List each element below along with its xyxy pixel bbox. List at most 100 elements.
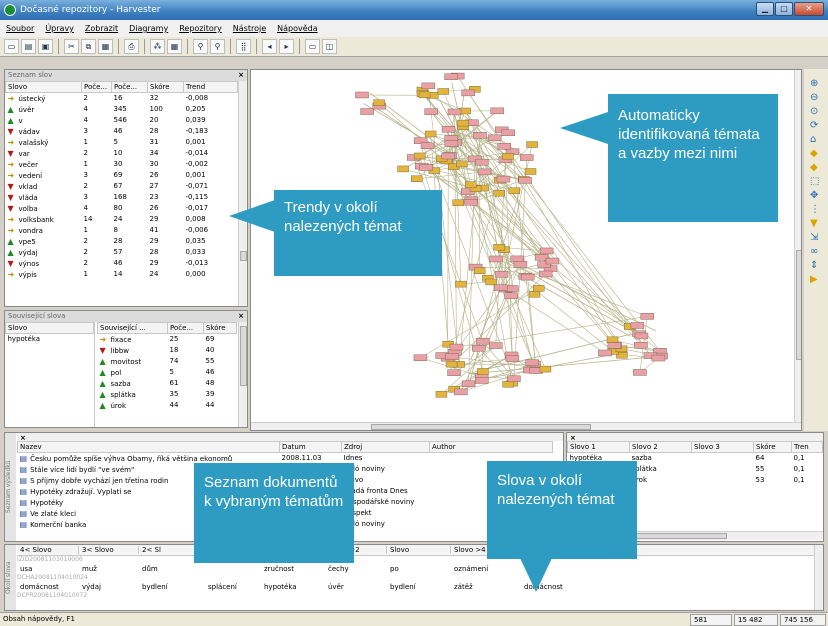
topic-node[interactable] — [421, 82, 435, 90]
related-scrollbar[interactable] — [238, 322, 247, 427]
topic-node[interactable] — [485, 278, 497, 286]
layout-tool-icon[interactable]: ⋮ — [810, 203, 820, 217]
topic-node[interactable] — [418, 91, 431, 99]
menu-soubor[interactable]: Soubor — [6, 24, 34, 33]
topic-node[interactable] — [501, 129, 515, 136]
topic-node[interactable] — [508, 187, 521, 194]
table-row[interactable]: ▼ výnos 2 46 29 -0,013 — [6, 258, 238, 269]
col-skore[interactable]: Skóre — [147, 81, 184, 93]
topic-node[interactable] — [502, 153, 514, 160]
topic-node[interactable] — [424, 130, 437, 138]
topic-node[interactable] — [507, 375, 521, 382]
table-row[interactable]: ▼ var 2 10 34 -0,014 — [6, 148, 238, 159]
col-pocet2[interactable]: Poče... — [111, 81, 148, 93]
col-slovo3[interactable]: Slovo 3 — [691, 441, 754, 453]
topic-node[interactable] — [505, 355, 520, 362]
topic-node[interactable] — [490, 107, 504, 115]
table-row[interactable]: ▼ libbw 18 40 — [98, 345, 237, 356]
context-scrollbar[interactable] — [814, 545, 823, 610]
topic-node[interactable] — [651, 354, 666, 362]
topic-node[interactable] — [496, 175, 511, 183]
col-slovo2[interactable]: Slovo 2 — [629, 441, 692, 453]
table-row[interactable]: ➜ výpis 1 14 24 0,000 — [6, 269, 238, 280]
table-row[interactable]: ▼ vádav 3 46 28 -0,183 — [6, 126, 238, 137]
topic-node[interactable] — [520, 154, 534, 161]
table-row[interactable]: ▲ movitost 74 55 — [98, 356, 237, 367]
table-row[interactable]: ➜ vondra 1 8 41 -0,006 — [6, 225, 238, 236]
topic-node[interactable] — [607, 342, 622, 349]
topic-node[interactable] — [513, 261, 528, 268]
context-word[interactable]: výdaj — [79, 583, 139, 591]
select-icon[interactable]: ⬚ — [810, 175, 820, 189]
context-word[interactable]: po — [387, 565, 451, 573]
topic-node[interactable] — [473, 132, 487, 139]
topic-node[interactable] — [524, 168, 537, 175]
topic-node[interactable] — [539, 247, 554, 255]
topic-node[interactable] — [441, 152, 456, 160]
topic-node[interactable] — [538, 270, 553, 278]
topic-node[interactable] — [461, 380, 476, 387]
col-souvisejici[interactable]: Související ... — [97, 322, 168, 334]
topic-node[interactable] — [413, 354, 428, 361]
graph-icon[interactable]: ⁂ — [150, 39, 165, 54]
context-word[interactable]: bydlení — [387, 583, 451, 591]
topic-node[interactable] — [502, 381, 514, 388]
topic-node[interactable] — [545, 257, 560, 265]
paste-icon[interactable]: ▦ — [98, 39, 113, 54]
zoom-out-icon[interactable]: ⊖ — [810, 91, 820, 105]
context-word[interactable]: úvěr — [325, 583, 387, 591]
topic-node[interactable] — [477, 368, 489, 375]
col-author[interactable]: Author — [429, 441, 553, 453]
topic-node[interactable] — [477, 168, 492, 176]
topic-node[interactable] — [437, 88, 450, 95]
topic-node[interactable] — [473, 267, 486, 274]
topic-node[interactable] — [526, 141, 538, 148]
filter-icon[interactable]: ▼ — [810, 217, 820, 231]
context-word[interactable]: hypotéka — [261, 583, 325, 591]
table-row[interactable]: ▲ pol 5 46 — [98, 367, 237, 378]
table-row[interactable]: ▤ Česku pomůže spíše výhva Obamy, říká vě… — [18, 453, 553, 464]
topic-node[interactable] — [475, 337, 490, 345]
context-side-tab[interactable]: Okolí slova — [5, 545, 16, 610]
context-col-header[interactable]: 4< Slovo — [17, 546, 79, 554]
topic-node[interactable] — [606, 336, 619, 344]
save-icon[interactable]: ▣ — [38, 39, 53, 54]
col-trend[interactable]: Trend — [183, 81, 238, 93]
zoom-in-icon[interactable]: ⊕ — [810, 77, 820, 91]
context-word[interactable]: zručnost — [261, 565, 325, 573]
topic-node[interactable] — [452, 199, 464, 206]
topic-node[interactable] — [497, 143, 512, 150]
topic-node[interactable] — [411, 175, 423, 182]
results-side-tab[interactable]: Seznam výsledků — [5, 433, 16, 541]
topic-node[interactable] — [528, 291, 541, 298]
topic-node[interactable] — [444, 73, 458, 80]
topic-node[interactable] — [424, 108, 438, 115]
word-list-scrollbar[interactable] — [238, 81, 247, 306]
topic-node[interactable] — [419, 164, 433, 171]
context-col-header[interactable]: 3< Slovo — [79, 546, 139, 554]
col-zdroj[interactable]: Zdroj — [341, 441, 430, 453]
expand-icon[interactable]: ⇕ — [810, 259, 820, 273]
table-row[interactable]: ➜ večer 1 30 30 -0,002 — [6, 159, 238, 170]
topic-node[interactable] — [487, 134, 502, 142]
topic-node[interactable] — [456, 160, 468, 168]
topic-node[interactable] — [634, 341, 648, 349]
topic-node[interactable] — [494, 271, 509, 278]
table-row[interactable]: ▲ výdaj 2 57 28 0,033 — [6, 247, 238, 258]
col-slovo1[interactable]: Slovo 1 — [567, 441, 630, 453]
node-icon[interactable]: ◆ — [810, 147, 820, 161]
context-word[interactable]: oznámení — [451, 565, 521, 573]
table-row[interactable]: ▲ splátka 35 39 — [98, 389, 237, 400]
topic-node[interactable] — [397, 165, 409, 173]
table-row[interactable]: ➜ volksbank 14 24 29 0,008 — [6, 214, 238, 225]
context-word[interactable]: bydlení — [139, 583, 205, 591]
table-row[interactable]: ▼ vláda 3 168 23 -0,115 — [6, 192, 238, 203]
table-row[interactable]: ▲ úvěr 4 345 100 0,205 — [6, 104, 238, 115]
window-icon[interactable]: ▭ — [305, 39, 320, 54]
topic-node[interactable] — [520, 273, 535, 281]
col-trend[interactable]: Tren — [791, 441, 823, 453]
col-slovo[interactable]: Slovo — [5, 81, 82, 93]
topic-node[interactable] — [447, 369, 461, 376]
topic-node[interactable] — [355, 91, 369, 99]
topic-node[interactable] — [493, 189, 505, 197]
